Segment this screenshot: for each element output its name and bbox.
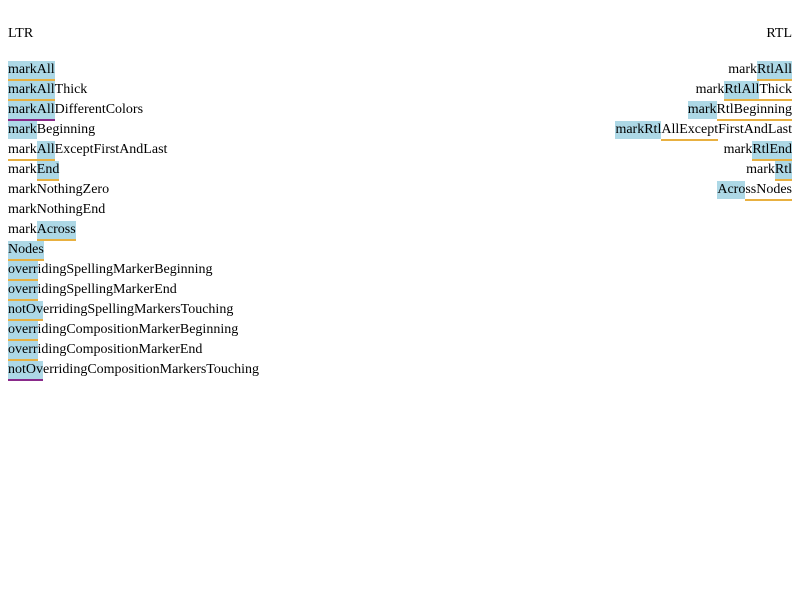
marker-test-line: markAllDifferentColors <box>8 100 259 121</box>
highlighted-segment: All <box>36 141 55 161</box>
marker-test-line: markRtlAll <box>615 60 792 81</box>
highlighted-segment: Nodes <box>8 241 44 261</box>
ltr-lines: markAll markAllThick markAllDifferentColor… <box>8 60 259 381</box>
text-segment: erridingSpellingMarkersTouching <box>43 302 234 317</box>
marker-test-line: notOverridingSpellingMarkersTouching <box>8 300 259 321</box>
text-segment: mark <box>8 162 37 177</box>
text-segment: AllExcept <box>661 121 719 141</box>
highlighted-segment: overr <box>8 261 38 281</box>
text-segment: Beginning <box>36 122 96 137</box>
highlighted-segment: End <box>36 161 60 181</box>
text-segment: DifferentColors <box>54 102 144 117</box>
text-segment: markNothingEnd <box>8 202 106 217</box>
rtl-column: RTL markRtlAll markRtlAllThick markRtlBegi… <box>615 25 792 201</box>
highlighted-segment: Acro <box>717 181 746 199</box>
marker-test-line: overridingCompositionMarkerEnd <box>8 340 259 361</box>
text-segment: idingSpellingMarkerEnd <box>37 282 177 297</box>
marker-test-line: markRtlBeginning <box>615 100 792 121</box>
text-segment: mark <box>728 62 757 77</box>
ltr-heading: LTR <box>8 26 34 41</box>
highlighted-segment: Across <box>36 221 76 241</box>
highlighted-segment: RtlAll <box>756 61 792 81</box>
highlighted-segment: overr <box>8 281 38 301</box>
highlighted-segment: notOv <box>8 301 43 321</box>
text-segment: mark <box>695 82 725 97</box>
highlighted-segment: mark <box>687 101 717 119</box>
text-segment: RtlBeginning <box>716 101 792 121</box>
text-segment: mark <box>8 222 37 237</box>
ltr-column: LTR markAll markAllThick markAllDifferentC… <box>8 25 259 381</box>
marker-test-line: overridingSpellingMarkerEnd <box>8 280 259 301</box>
text-segment: idingCompositionMarkerEnd <box>37 342 203 357</box>
marker-test-line: markEnd <box>8 160 259 181</box>
text-segment: Thick <box>759 81 792 101</box>
rtl-heading: RTL <box>766 26 792 41</box>
marker-test-line: markAcross <box>8 220 259 241</box>
rtl-lines: markRtlAll markRtlAllThick markRtlBeginnin… <box>615 60 792 201</box>
highlighted-segment: mark <box>8 121 37 139</box>
marker-test-line: Nodes <box>8 240 259 261</box>
highlighted-segment: overr <box>8 321 38 341</box>
marker-test-line: notOverridingCompositionMarkersTouching <box>8 360 259 381</box>
highlighted-segment: markRtl <box>615 121 662 139</box>
marker-test-line: markAll <box>8 60 259 81</box>
marker-test-line: AcrossNodes <box>615 180 792 201</box>
marker-test-line: markBeginning <box>8 120 259 140</box>
text-segment: markNothingZero <box>8 182 110 197</box>
highlighted-segment: overr <box>8 341 38 361</box>
marker-test-line: overridingCompositionMarkerBeginning <box>8 320 259 341</box>
highlighted-segment: markAll <box>8 61 55 81</box>
text-segment: mark <box>746 162 775 177</box>
highlighted-segment: markAll <box>8 81 55 101</box>
highlighted-segment: Rtl <box>774 161 792 181</box>
marker-test-line: markRtl <box>615 160 792 181</box>
text-segment: ssNodes <box>745 181 792 201</box>
marker-test-line: markAllThick <box>8 80 259 101</box>
text-segment: idingCompositionMarkerBeginning <box>37 322 239 337</box>
marker-test-line: markRtlEnd <box>615 140 792 161</box>
marker-test-line: markNothingZero <box>8 180 259 200</box>
marker-test-line: markNothingEnd <box>8 200 259 220</box>
highlighted-segment: notOv <box>8 361 43 381</box>
text-segment: mark <box>723 142 753 157</box>
text-segment: FirstAndLast <box>718 122 792 137</box>
marker-test-line: markRtlAllExceptFirstAndLast <box>615 120 792 141</box>
text-segment: Thick <box>54 82 88 97</box>
highlighted-segment: RtlEnd <box>752 141 792 161</box>
highlighted-segment: RtlAll <box>724 81 760 101</box>
text-segment: idingSpellingMarkerBeginning <box>37 262 213 277</box>
highlighted-segment: markAll <box>8 101 55 121</box>
text-segment: ExceptFirstAndLast <box>54 142 168 157</box>
text-segment: erridingCompositionMarkersTouching <box>43 362 259 377</box>
text-segment: mark <box>8 141 37 161</box>
marker-test-line: overridingSpellingMarkerBeginning <box>8 260 259 281</box>
marker-test-line: markAllExceptFirstAndLast <box>8 140 259 161</box>
marker-test-line: markRtlAllThick <box>615 80 792 101</box>
